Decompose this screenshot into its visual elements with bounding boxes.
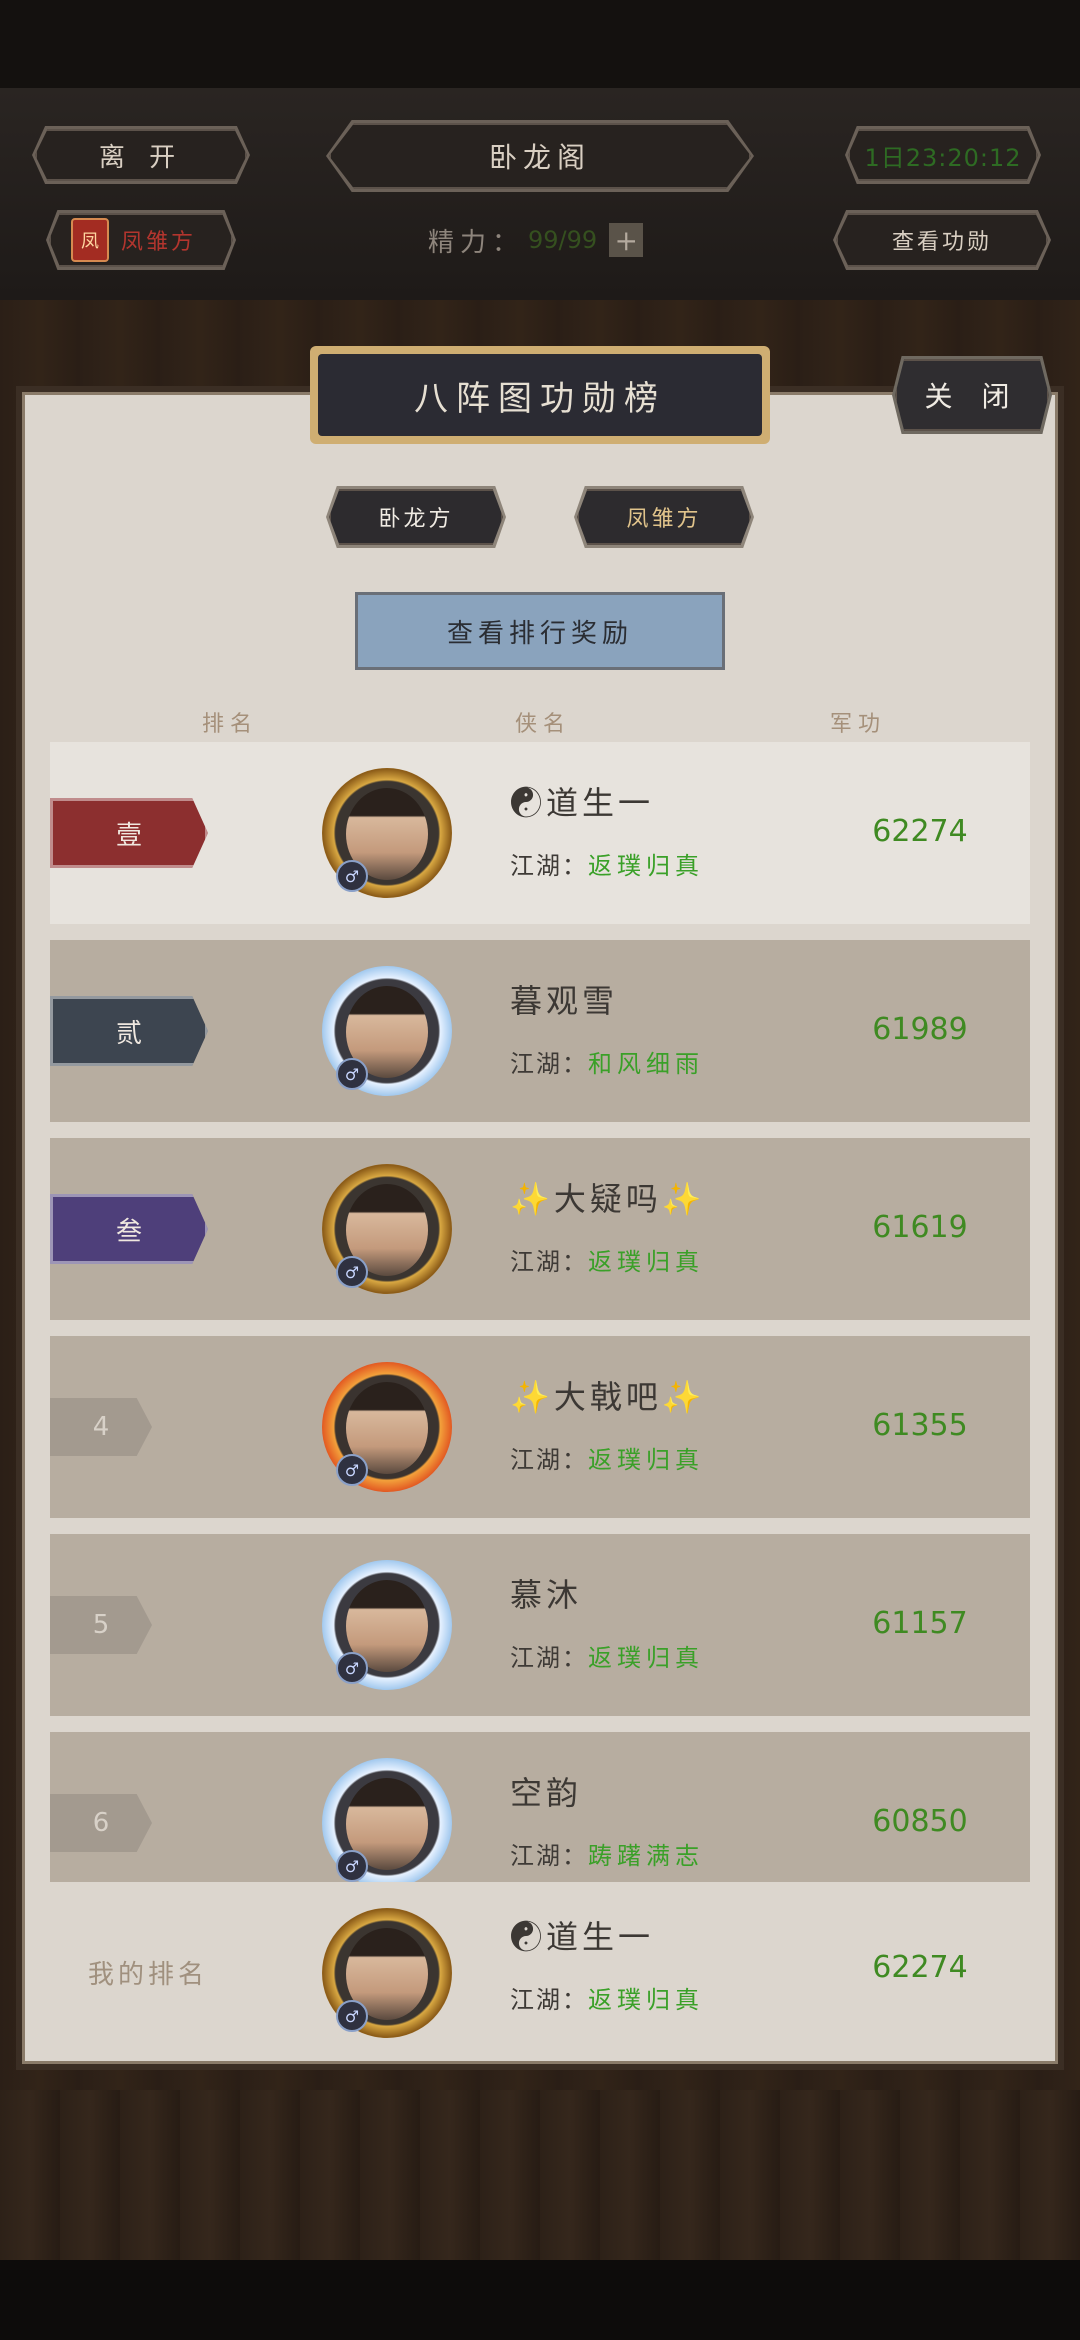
jianghu-line: 江湖：返璞归真 xyxy=(510,1440,704,1475)
player-name: 空韵 xyxy=(510,1774,583,1812)
ranking-row[interactable]: 5 ♂ 慕沐 江湖：返璞归真 61157 xyxy=(50,1534,1030,1716)
jianghu-line: 江湖：和风细雨 xyxy=(510,1044,704,1079)
male-gender-icon: ♂ xyxy=(336,1652,368,1684)
faction-badge[interactable]: 凤 凤雏方 xyxy=(49,213,233,267)
jianghu-label: 江湖： xyxy=(510,1842,588,1870)
male-gender-icon: ♂ xyxy=(336,1058,368,1090)
player-name: ✨大疑吗✨ xyxy=(510,1180,706,1218)
tab-fengchu[interactable]: 凤雏方 xyxy=(577,489,751,545)
add-energy-button[interactable]: + xyxy=(609,223,644,257)
jianghu-label: 江湖： xyxy=(510,1986,588,2014)
bottom-wood-decoration xyxy=(0,2090,1080,2260)
jianghu-label: 江湖： xyxy=(510,1050,588,1078)
jianghu-realm: 踌躇满志 xyxy=(588,1842,704,1870)
rank-badge: 壹 xyxy=(50,798,208,868)
jianghu-realm: 返璞归真 xyxy=(588,1644,704,1672)
male-gender-icon: ♂ xyxy=(336,860,368,892)
jianghu-label: 江湖： xyxy=(510,1644,588,1672)
jianghu-realm: 返璞归真 xyxy=(588,1986,704,2014)
male-gender-icon: ♂ xyxy=(336,1454,368,1486)
merit-score: 61355 xyxy=(872,1408,968,1443)
rank-number: 4 xyxy=(50,1398,152,1456)
player-avatar[interactable]: ♂ xyxy=(322,1560,452,1690)
male-gender-icon: ♂ xyxy=(336,2000,368,2032)
energy-value: 99/99 xyxy=(528,226,598,254)
faction-label: 凤雏方 xyxy=(121,230,197,255)
location-title: 卧龙阁 xyxy=(329,123,751,189)
countdown-timer: 1日23:20:12 xyxy=(848,129,1038,181)
rank-number: 6 xyxy=(50,1794,152,1852)
rank-number: 5 xyxy=(50,1596,152,1654)
jianghu-line: 江湖：返璞归真 xyxy=(510,1242,704,1277)
jianghu-realm: 和风细雨 xyxy=(588,1050,704,1078)
ranking-row[interactable]: 6 ♂ 空韵 江湖：踌躇满志 60850 xyxy=(50,1732,1030,1882)
ranking-row[interactable]: 壹 ♂ ☯道生一 江湖：返璞归真 62274 xyxy=(50,742,1030,924)
energy-label: 精力： xyxy=(428,227,525,258)
ranking-row[interactable]: 叁 ♂ ✨大疑吗✨ 江湖：返璞归真 61619 xyxy=(50,1138,1030,1320)
column-header-merit: 军功 xyxy=(830,712,887,737)
jianghu-label: 江湖： xyxy=(510,1446,588,1474)
my-rank-label: 我的排名 xyxy=(88,1960,209,1990)
player-name: ☯道生一 xyxy=(510,784,655,822)
player-avatar[interactable]: ♂ xyxy=(322,768,452,898)
male-gender-icon: ♂ xyxy=(336,1850,368,1882)
jianghu-line: 江湖：返璞归真 xyxy=(510,1980,704,2015)
jianghu-label: 江湖： xyxy=(510,1248,588,1276)
merit-score: 62274 xyxy=(872,1950,968,1985)
player-avatar[interactable]: ♂ xyxy=(322,1758,452,1882)
view-rank-rewards-button[interactable]: 查看排行奖励 xyxy=(355,592,725,670)
player-name: ✨大戟吧✨ xyxy=(510,1378,706,1416)
jianghu-line: 江湖：踌躇满志 xyxy=(510,1836,704,1871)
bottom-bar xyxy=(0,2260,1080,2340)
my-rank-row: 我的排名 ♂ ☯道生一 江湖：返璞归真 62274 xyxy=(50,1886,1030,2058)
rank-badge: 贰 xyxy=(50,996,208,1066)
phoenix-emblem-icon: 凤 xyxy=(71,218,109,262)
player-name: 暮观雪 xyxy=(510,982,619,1020)
my-avatar[interactable]: ♂ xyxy=(322,1908,452,2038)
player-avatar[interactable]: ♂ xyxy=(322,1362,452,1492)
jianghu-line: 江湖：返璞归真 xyxy=(510,1638,704,1673)
jianghu-realm: 返璞归真 xyxy=(588,1446,704,1474)
close-button[interactable]: 关 闭 xyxy=(895,359,1049,431)
tab-wolong[interactable]: 卧龙方 xyxy=(329,489,503,545)
merit-score: 60850 xyxy=(872,1804,968,1839)
ranking-row[interactable]: 贰 ♂ 暮观雪 江湖：和风细雨 61989 xyxy=(50,940,1030,1122)
column-header-rank: 排名 xyxy=(202,712,259,737)
energy-display: 精力： 99/99 + xyxy=(428,220,644,260)
ranking-row[interactable]: 4 ♂ ✨大戟吧✨ 江湖：返璞归真 61355 xyxy=(50,1336,1030,1518)
rank-badge: 叁 xyxy=(50,1194,208,1264)
panel-title: 八阵图功勋榜 xyxy=(318,354,762,436)
merit-score: 62274 xyxy=(872,814,968,849)
view-merit-button[interactable]: 查看功勋 xyxy=(836,213,1048,267)
jianghu-line: 江湖：返璞归真 xyxy=(510,846,704,881)
jianghu-realm: 返璞归真 xyxy=(588,852,704,880)
male-gender-icon: ♂ xyxy=(336,1256,368,1288)
merit-score: 61619 xyxy=(872,1210,968,1245)
player-avatar[interactable]: ♂ xyxy=(322,1164,452,1294)
column-header-name: 侠名 xyxy=(515,712,572,737)
leave-button[interactable]: 离 开 xyxy=(35,129,247,181)
merit-score: 61989 xyxy=(872,1012,968,1047)
player-name: ☯道生一 xyxy=(510,1918,655,1956)
jianghu-label: 江湖： xyxy=(510,852,588,880)
merit-score: 61157 xyxy=(872,1606,968,1641)
jianghu-realm: 返璞归真 xyxy=(588,1248,704,1276)
player-name: 慕沐 xyxy=(510,1576,583,1614)
player-avatar[interactable]: ♂ xyxy=(322,966,452,1096)
